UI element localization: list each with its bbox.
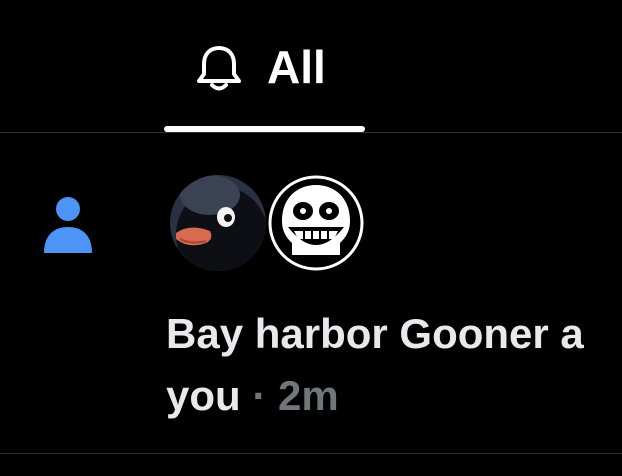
avatar-penguin[interactable]: [170, 175, 266, 271]
notification-text-you: you: [166, 372, 241, 419]
avatar-skull[interactable]: [268, 175, 364, 271]
person-icon: [44, 197, 92, 253]
bell-icon: [197, 46, 241, 91]
skull-icon: [268, 175, 364, 271]
notification-text-line2: you · 2m: [166, 365, 622, 427]
notification-time: 2m: [278, 372, 339, 419]
tab-all-label: All: [267, 41, 326, 93]
tab-selected-indicator: [164, 126, 365, 132]
notification-item[interactable]: Bay harbor Gooner a you · 2m: [0, 133, 622, 454]
notification-text: Bay harbor Gooner a you · 2m: [166, 303, 622, 427]
penguin-icon: [170, 175, 266, 271]
tab-all[interactable]: All: [164, 0, 365, 132]
notifications-tab-bar: All: [0, 0, 622, 133]
notification-text-line1: Bay harbor Gooner a: [166, 310, 584, 357]
separator-dot: ·: [252, 372, 267, 419]
